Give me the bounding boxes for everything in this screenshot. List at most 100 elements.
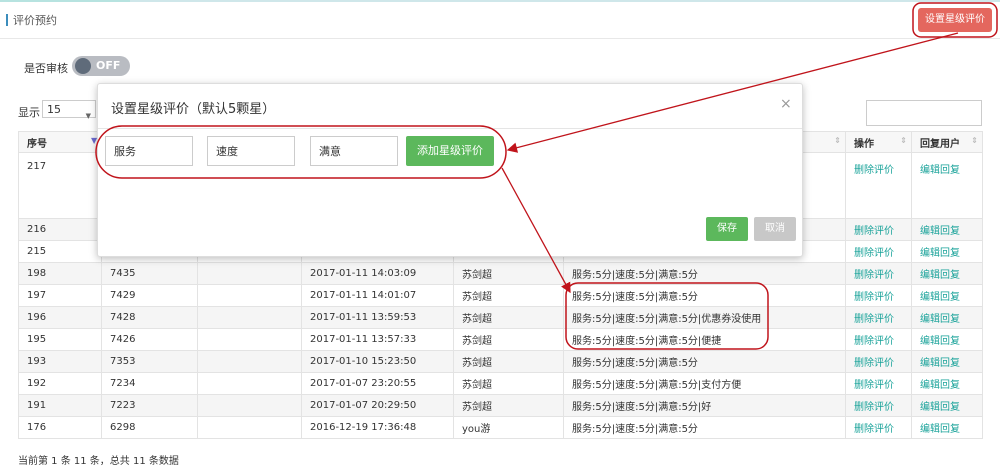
- star-rating-modal: 设置星级评价（默认5颗星） × 添加星级评价 保存 取消: [97, 83, 803, 257]
- cell-empty: [197, 416, 302, 439]
- delete-review-link[interactable]: 删除评价: [845, 152, 912, 219]
- cell-empty: [197, 306, 302, 329]
- table-row: 176 6298 2016-12-19 17:36:48 you游 服务:5分|速度:5…: [18, 416, 983, 439]
- cell-time: 2017-01-07 23:20:55: [301, 372, 454, 395]
- table-row: 193 7353 2017-01-10 15:23:50 苏剑超 服务:5分|速度:5分…: [18, 350, 983, 373]
- caret-down-icon: ▼: [85, 112, 91, 120]
- page-size-select[interactable]: 15 ▼: [42, 100, 96, 120]
- edit-reply-link[interactable]: 编辑回复: [911, 350, 983, 373]
- cell-empty: [197, 284, 302, 307]
- edit-reply-link[interactable]: 编辑回复: [911, 306, 983, 329]
- cell-number: 7353: [101, 350, 198, 373]
- rating-field-speed[interactable]: [207, 136, 295, 166]
- pagination-info: 当前第 1 条 11 条，总共 11 条数据: [18, 456, 179, 467]
- cell-id: 176: [18, 416, 102, 439]
- close-icon[interactable]: ×: [780, 96, 792, 112]
- cell-content: 服务:5分|速度:5分|满意:5分|好: [563, 394, 846, 417]
- cell-content: 服务:5分|速度:5分|满意:5分: [563, 416, 846, 439]
- sort-icon: ⇕: [900, 136, 907, 145]
- delete-review-link[interactable]: 删除评价: [845, 416, 912, 439]
- delete-review-link[interactable]: 删除评价: [845, 284, 912, 307]
- cell-time: 2016-12-19 17:36:48: [301, 416, 454, 439]
- cell-content: 服务:5分|速度:5分|满意:5分: [563, 350, 846, 373]
- cell-number: 6298: [101, 416, 198, 439]
- cell-id: 216: [18, 218, 102, 241]
- cell-id: 191: [18, 394, 102, 417]
- sort-icon: ⇕: [971, 136, 978, 145]
- modal-divider: [98, 128, 802, 129]
- cell-user: 苏剑超: [453, 394, 564, 417]
- cell-time: 2017-01-11 13:57:33: [301, 328, 454, 351]
- table-row: 192 7234 2017-01-07 23:20:55 苏剑超 服务:5分|速度:5分…: [18, 372, 983, 395]
- set-star-rating-button[interactable]: 设置星级评价: [918, 8, 992, 32]
- edit-reply-link[interactable]: 编辑回复: [911, 218, 983, 241]
- edit-reply-link[interactable]: 编辑回复: [911, 372, 983, 395]
- cell-number: 7223: [101, 394, 198, 417]
- cell-empty: [197, 394, 302, 417]
- page-header: 评价预约: [0, 2, 1000, 39]
- cell-number: 7426: [101, 328, 198, 351]
- page-size-value: 15: [47, 103, 61, 116]
- cell-content: 服务:5分|速度:5分|满意:5分|便捷: [563, 328, 846, 351]
- cell-empty: [197, 262, 302, 285]
- cell-number: 7234: [101, 372, 198, 395]
- cell-user: 苏剑超: [453, 284, 564, 307]
- cell-number: 7428: [101, 306, 198, 329]
- rating-field-satisfaction[interactable]: [310, 136, 398, 166]
- delete-review-link[interactable]: 删除评价: [845, 262, 912, 285]
- cell-user: 苏剑超: [453, 350, 564, 373]
- page-title: 评价预约: [13, 14, 57, 27]
- cell-id: 196: [18, 306, 102, 329]
- cell-empty: [197, 372, 302, 395]
- cell-content: 服务:5分|速度:5分|满意:5分: [563, 262, 846, 285]
- edit-reply-link[interactable]: 编辑回复: [911, 152, 983, 219]
- audit-label: 是否审核: [24, 62, 68, 75]
- audit-toggle[interactable]: OFF: [72, 56, 130, 76]
- cell-time: 2017-01-10 15:23:50: [301, 350, 454, 373]
- sort-icon: ⇕: [834, 136, 841, 145]
- delete-review-link[interactable]: 删除评价: [845, 218, 912, 241]
- table-row: 191 7223 2017-01-07 20:29:50 苏剑超 服务:5分|速度:5分…: [18, 394, 983, 417]
- col-header-reply-user[interactable]: 回复用户 ⇕: [911, 131, 983, 153]
- cell-empty: [197, 328, 302, 351]
- edit-reply-link[interactable]: 编辑回复: [911, 284, 983, 307]
- modal-title: 设置星级评价（默认5颗星）: [111, 102, 276, 117]
- table-row: 195 7426 2017-01-11 13:57:33 苏剑超 服务:5分|速度:5分…: [18, 328, 983, 351]
- delete-review-link[interactable]: 删除评价: [845, 328, 912, 351]
- cell-content: 服务:5分|速度:5分|满意:5分|支付方便: [563, 372, 846, 395]
- page-size-label: 显示: [18, 106, 40, 119]
- cell-user: you游: [453, 416, 564, 439]
- cancel-button[interactable]: 取消: [754, 217, 796, 241]
- cell-time: 2017-01-11 14:03:09: [301, 262, 454, 285]
- table-row: 196 7428 2017-01-11 13:59:53 苏剑超 服务:5分|速度:5分…: [18, 306, 983, 329]
- delete-review-link[interactable]: 删除评价: [845, 394, 912, 417]
- cell-time: 2017-01-11 14:01:07: [301, 284, 454, 307]
- cell-number: 7435: [101, 262, 198, 285]
- save-button[interactable]: 保存: [706, 217, 748, 241]
- toggle-knob: [75, 58, 91, 74]
- edit-reply-link[interactable]: 编辑回复: [911, 240, 983, 263]
- cell-number: 7429: [101, 284, 198, 307]
- cell-id: 215: [18, 240, 102, 263]
- col-header-id[interactable]: 序号 ▼: [18, 131, 102, 153]
- col-header-actions[interactable]: 操作 ⇕: [845, 131, 912, 153]
- cell-id: 195: [18, 328, 102, 351]
- add-star-rating-button[interactable]: 添加星级评价: [406, 136, 494, 166]
- delete-review-link[interactable]: 删除评价: [845, 350, 912, 373]
- cell-user: 苏剑超: [453, 328, 564, 351]
- delete-review-link[interactable]: 删除评价: [845, 240, 912, 263]
- edit-reply-link[interactable]: 编辑回复: [911, 262, 983, 285]
- rating-field-service[interactable]: [105, 136, 193, 166]
- search-input[interactable]: [866, 100, 982, 126]
- cell-user: 苏剑超: [453, 372, 564, 395]
- cell-id: 217: [18, 152, 102, 219]
- table-row: 198 7435 2017-01-11 14:03:09 苏剑超 服务:5分|速度:5分…: [18, 262, 983, 285]
- cell-id: 198: [18, 262, 102, 285]
- edit-reply-link[interactable]: 编辑回复: [911, 416, 983, 439]
- cell-id: 192: [18, 372, 102, 395]
- cell-time: 2017-01-07 20:29:50: [301, 394, 454, 417]
- edit-reply-link[interactable]: 编辑回复: [911, 394, 983, 417]
- delete-review-link[interactable]: 删除评价: [845, 306, 912, 329]
- delete-review-link[interactable]: 删除评价: [845, 372, 912, 395]
- edit-reply-link[interactable]: 编辑回复: [911, 328, 983, 351]
